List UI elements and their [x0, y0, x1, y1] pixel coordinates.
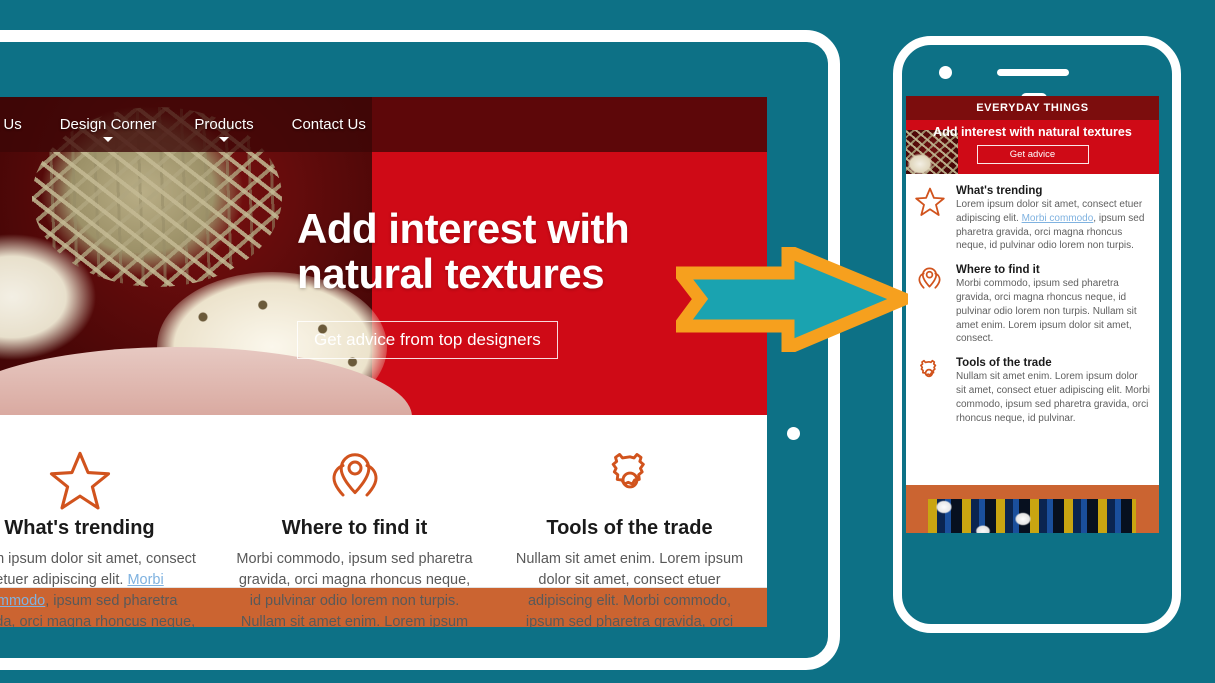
chevron-down-icon — [103, 137, 114, 142]
map-pin-icon — [235, 449, 474, 511]
feature-body-before: Lorem ipsum dolor sit amet, consect etue… — [0, 551, 196, 589]
feature-column-whats-trending: What's trending Lorem ipsum dolor sit am… — [0, 449, 217, 627]
tablet-features-section: What's trending Lorem ipsum dolor sit am… — [0, 415, 767, 627]
phone-feature-text: What's trending Lorem ipsum dolor sit am… — [956, 185, 1150, 253]
phone-feature-title: Tools of the trade — [956, 357, 1052, 370]
phone-device: EVERYDAY THINGS Add interest with natura… — [893, 36, 1181, 633]
hero-copy: Add interest with natural textures Get a… — [297, 205, 630, 359]
nav-item-contact-us[interactable]: Contact Us — [292, 116, 366, 133]
phone-footer-image — [928, 499, 1136, 533]
phone-features-section: What's trending Lorem ipsum dolor sit am… — [906, 174, 1159, 426]
phone-feature-body: Morbi commodo, ipsum sed pharetra gravid… — [956, 278, 1137, 345]
hero-headline: Add interest with natural textures — [297, 205, 630, 297]
gear-icon — [915, 357, 947, 425]
nav-item-products[interactable]: Products — [194, 116, 254, 142]
phone-hero-headline: Add interest with natural textures — [933, 125, 1132, 139]
phone-feature-body: Lorem ipsum dolor sit amet, consect etue… — [956, 198, 1150, 253]
star-icon — [0, 449, 199, 511]
phone-camera-icon — [939, 66, 952, 79]
hero-headline-line-1: Add interest with — [297, 205, 630, 252]
feature-column-tools-of-the-trade: Tools of the trade Nullam sit amet enim.… — [492, 449, 767, 627]
feature-title: What's trending — [4, 517, 155, 539]
feature-body: Morbi commodo, ipsum sed pharetra gravid… — [236, 551, 473, 627]
hero-cta-button[interactable]: Get advice from top designers — [297, 320, 558, 359]
phone-hero-cta-button[interactable]: Get advice — [976, 145, 1089, 164]
nav-item-label: Design Corner — [59, 116, 157, 133]
map-pin-icon — [915, 264, 947, 346]
phone-feature-text: Tools of the trade Nullam sit amet enim.… — [956, 357, 1150, 425]
hero-headline-line-2: natural textures — [297, 249, 605, 297]
nav-item-label: Contact Us — [291, 116, 366, 133]
phone-feature-text: Where to find it Morbi commodo, ipsum se… — [956, 264, 1150, 346]
phone-feature-title: What's trending — [956, 185, 1043, 197]
phone-feature-inline-link[interactable]: Morbi commodo — [1022, 213, 1094, 224]
phone-speaker-icon — [997, 69, 1069, 76]
feature-title: Tools of the trade — [546, 517, 713, 539]
tablet-home-button[interactable] — [787, 427, 800, 440]
phone-feature-title: Where to find it — [956, 264, 1040, 277]
phone-brand-bar: EVERYDAY THINGS — [906, 96, 1159, 120]
phone-feature-body: Nullam sit amet enim. Lorem ipsum dolor … — [956, 371, 1150, 424]
gear-icon — [510, 449, 749, 511]
nav-item-label: Products — [194, 116, 254, 133]
feature-body: Lorem ipsum dolor sit amet, consect etue… — [0, 549, 199, 627]
phone-footer-band — [906, 485, 1159, 533]
feature-column-where-to-find-it: Where to find it Morbi commodo, ipsum se… — [217, 449, 492, 627]
phone-feature-tools-of-the-trade: Tools of the trade Nullam sit amet enim.… — [915, 357, 1150, 425]
chevron-down-icon — [219, 137, 230, 142]
tablet-navigation-bar: About Us Design Corner Products Contact … — [0, 97, 767, 152]
nav-item-label: About Us — [0, 116, 22, 133]
phone-hero: Add interest with natural textures Get a… — [906, 120, 1159, 174]
nav-item-design-corner[interactable]: Design Corner — [59, 116, 157, 142]
tablet-screen: About Us Design Corner Products Contact … — [0, 97, 767, 627]
phone-feature-whats-trending: What's trending Lorem ipsum dolor sit am… — [915, 185, 1150, 253]
nav-item-about-us[interactable]: About Us — [0, 116, 22, 133]
phone-screen: EVERYDAY THINGS Add interest with natura… — [906, 96, 1159, 533]
phone-feature-where-to-find-it: Where to find it Morbi commodo, ipsum se… — [915, 264, 1150, 346]
tablet-hero: About Us Design Corner Products Contact … — [0, 97, 767, 415]
transition-arrow-icon — [666, 241, 921, 358]
star-icon — [915, 185, 947, 253]
feature-body: Nullam sit amet enim. Lorem ipsum dolor … — [515, 551, 744, 627]
feature-title: Where to find it — [281, 517, 428, 539]
